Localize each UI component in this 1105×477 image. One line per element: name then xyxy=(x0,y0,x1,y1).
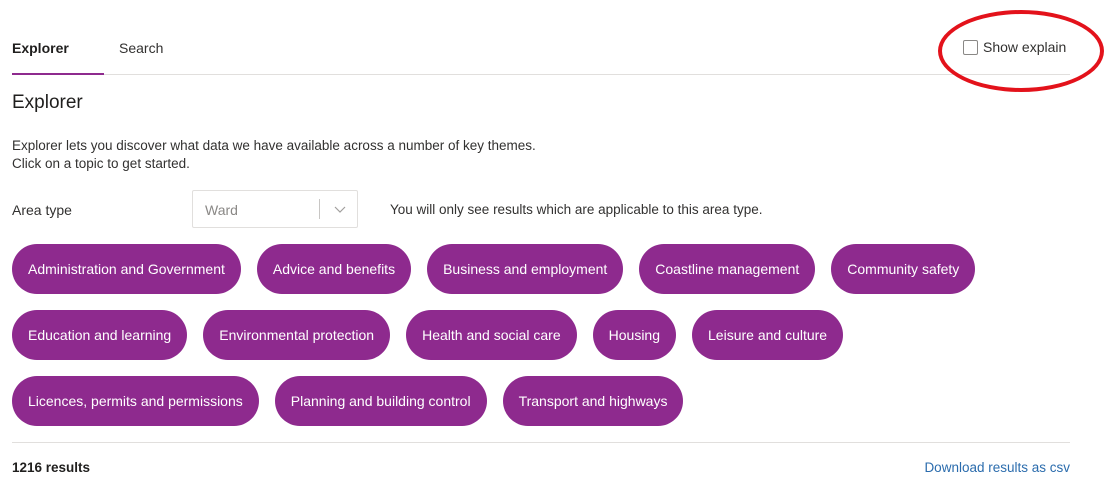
topic-row: Administration and Government Advice and… xyxy=(12,244,1082,294)
page-title: Explorer xyxy=(12,92,83,113)
show-explain-toggle[interactable]: Show explain xyxy=(963,39,1066,55)
area-type-label: Area type xyxy=(12,202,72,218)
topic-leisure-and-culture[interactable]: Leisure and culture xyxy=(692,310,844,360)
area-type-dropdown[interactable]: Ward xyxy=(192,190,358,228)
download-csv-link[interactable]: Download results as csv xyxy=(924,460,1070,475)
tab-explorer[interactable]: Explorer xyxy=(12,40,69,56)
topic-business-and-employment[interactable]: Business and employment xyxy=(427,244,624,294)
area-type-hint: You will only see results which are appl… xyxy=(390,202,763,217)
active-tab-indicator xyxy=(12,73,104,75)
topic-transport-and-highways[interactable]: Transport and highways xyxy=(502,376,684,426)
intro-line-1: Explorer lets you discover what data we … xyxy=(12,138,536,153)
topic-health-and-social-care[interactable]: Health and social care xyxy=(406,310,577,360)
topic-administration-and-government[interactable]: Administration and Government xyxy=(12,244,241,294)
topic-row: Education and learning Environmental pro… xyxy=(12,310,1082,360)
topic-environmental-protection[interactable]: Environmental protection xyxy=(203,310,391,360)
area-type-value: Ward xyxy=(205,202,238,218)
intro-text: Explorer lets you discover what data we … xyxy=(12,137,536,173)
results-count: 1216 results xyxy=(12,460,91,475)
dropdown-separator xyxy=(319,199,320,219)
show-explain-label: Show explain xyxy=(983,39,1067,55)
topic-planning-and-building-control[interactable]: Planning and building control xyxy=(274,376,487,426)
topic-community-safety[interactable]: Community safety xyxy=(831,244,976,294)
chevron-down-icon[interactable] xyxy=(334,204,346,214)
topic-coastline-management[interactable]: Coastline management xyxy=(639,244,816,294)
checkbox-icon[interactable] xyxy=(963,39,978,55)
topic-housing[interactable]: Housing xyxy=(592,310,677,360)
tab-bar: Explorer Search xyxy=(12,30,1070,75)
topic-row: Licences, permits and permissions Planni… xyxy=(12,376,1082,426)
topic-licences-permits-and-permissions[interactable]: Licences, permits and permissions xyxy=(12,376,259,426)
topic-list: Administration and Government Advice and… xyxy=(12,244,1082,442)
topic-education-and-learning[interactable]: Education and learning xyxy=(12,310,188,360)
intro-line-2: Click on a topic to get started. xyxy=(12,156,190,171)
topic-advice-and-benefits[interactable]: Advice and benefits xyxy=(256,244,412,294)
divider xyxy=(12,442,1070,443)
tab-search[interactable]: Search xyxy=(119,40,163,56)
